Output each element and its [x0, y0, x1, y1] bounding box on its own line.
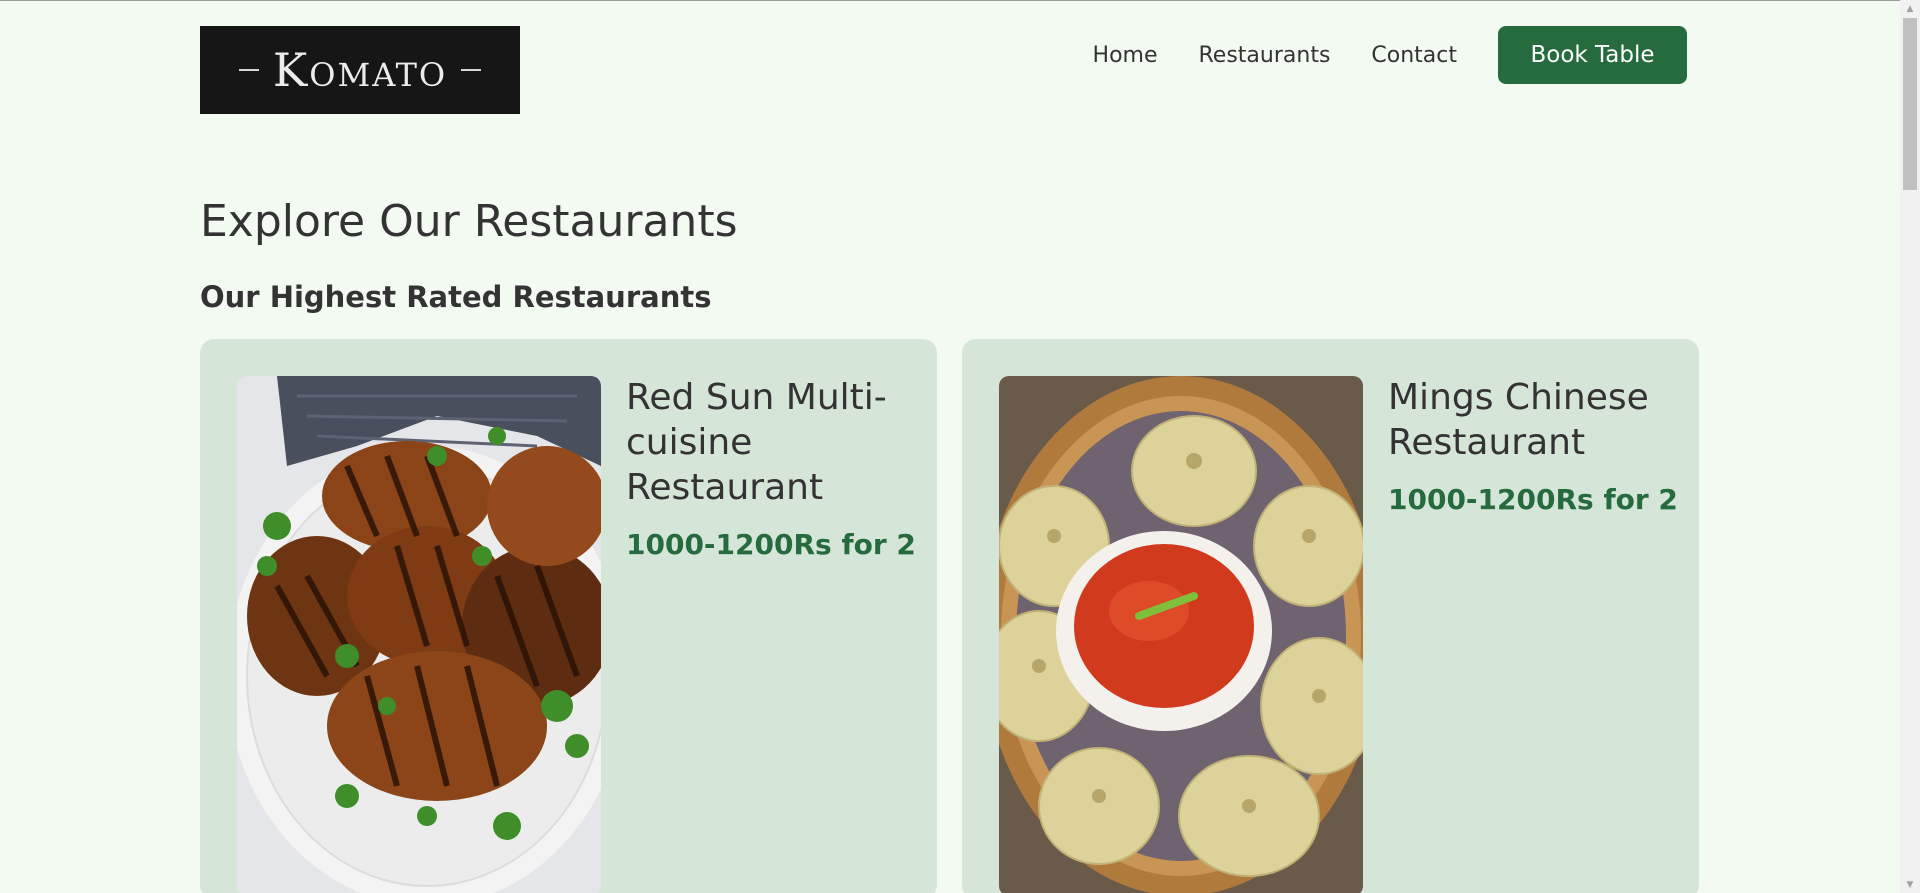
scrollbar-thumb[interactable]: [1903, 18, 1917, 190]
restaurant-info: Mings Chinese Restaurant 1000-1200Rs for…: [1388, 375, 1678, 516]
section-subtitle: Our Highest Rated Restaurants: [200, 280, 712, 314]
logo-text: Komato: [272, 43, 448, 97]
restaurant-name[interactable]: Red Sun Multi-cuisine Restaurant: [626, 375, 916, 510]
restaurant-image-grilled-chicken[interactable]: [237, 376, 601, 893]
nav-home-link[interactable]: Home: [1093, 43, 1158, 68]
komato-logo[interactable]: Komato: [200, 26, 520, 114]
restaurant-card[interactable]: Red Sun Multi-cuisine Restaurant 1000-12…: [200, 339, 937, 893]
logo-right-rule: [461, 69, 482, 71]
scroll-down-arrow-icon[interactable]: ▼: [1900, 876, 1920, 893]
nav-contact-link[interactable]: Contact: [1371, 43, 1457, 68]
restaurant-image-momos[interactable]: [999, 376, 1363, 893]
restaurant-price: 1000-1200Rs for 2: [1388, 483, 1678, 516]
restaurant-price: 1000-1200Rs for 2: [626, 528, 916, 561]
nav-restaurants-link[interactable]: Restaurants: [1199, 43, 1331, 68]
window-top-border: [0, 0, 1900, 1]
restaurant-name[interactable]: Mings Chinese Restaurant: [1388, 375, 1678, 465]
logo-left-rule: [238, 69, 259, 71]
scroll-up-arrow-icon[interactable]: ▲: [1900, 0, 1920, 17]
main-nav: Home Restaurants Contact Book Table: [1093, 26, 1687, 84]
page-title: Explore Our Restaurants: [200, 196, 738, 247]
restaurant-card[interactable]: Mings Chinese Restaurant 1000-1200Rs for…: [962, 339, 1699, 893]
page-scrollbar[interactable]: ▲ ▼: [1900, 0, 1920, 893]
book-table-button[interactable]: Book Table: [1498, 26, 1687, 84]
restaurant-info: Red Sun Multi-cuisine Restaurant 1000-12…: [626, 375, 916, 561]
